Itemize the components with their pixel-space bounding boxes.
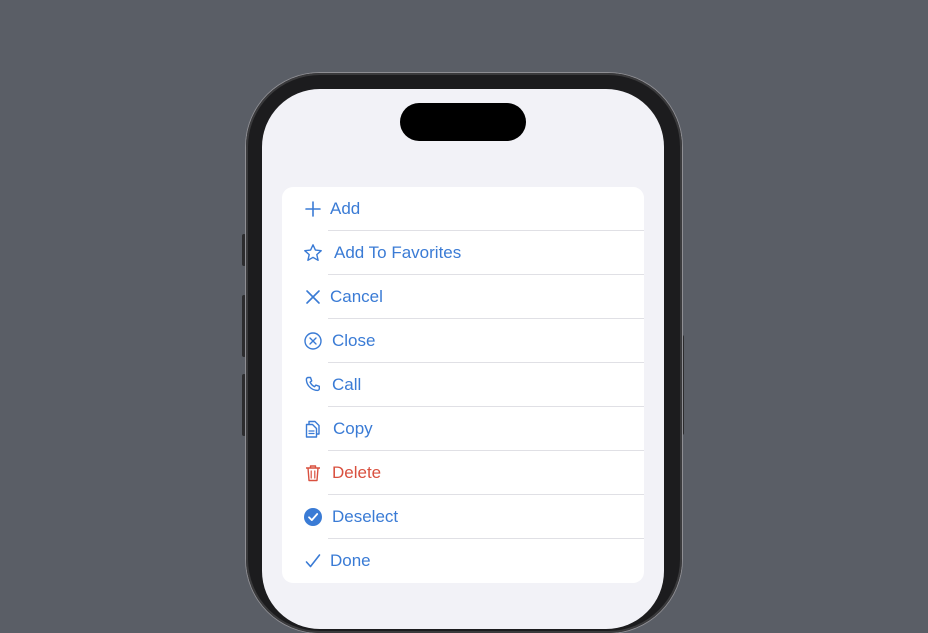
cancel-button[interactable]: Cancel bbox=[282, 275, 644, 319]
phone-icon bbox=[302, 374, 324, 396]
cancel-label: Cancel bbox=[330, 287, 383, 306]
close-label: Close bbox=[332, 331, 376, 350]
checkmark-icon bbox=[302, 550, 324, 572]
deselect-button[interactable]: Deselect bbox=[282, 495, 644, 539]
delete-label: Delete bbox=[332, 463, 382, 482]
dynamic-island bbox=[400, 103, 526, 141]
copy-icon bbox=[302, 418, 324, 440]
checkmark-circle-fill-icon bbox=[302, 506, 324, 528]
call-button[interactable]: Call bbox=[282, 363, 644, 407]
add-to-favorites-label: Add To Favorites bbox=[334, 243, 462, 262]
delete-button[interactable]: Delete bbox=[282, 451, 644, 495]
copy-button[interactable]: Copy bbox=[282, 407, 644, 451]
star-icon bbox=[302, 242, 324, 264]
trash-icon bbox=[302, 462, 324, 484]
close-button[interactable]: Close bbox=[282, 319, 644, 363]
add-button[interactable]: Add bbox=[282, 187, 644, 231]
x-circle-icon bbox=[302, 330, 324, 352]
add-label: Add bbox=[330, 199, 361, 218]
add-to-favorites-button[interactable]: Add To Favorites bbox=[282, 231, 644, 275]
deselect-label: Deselect bbox=[332, 507, 399, 526]
call-label: Call bbox=[332, 375, 362, 394]
done-button[interactable]: Done bbox=[282, 539, 644, 583]
plus-icon bbox=[302, 198, 324, 220]
copy-label: Copy bbox=[333, 419, 373, 438]
x-mark-icon bbox=[302, 286, 324, 308]
phone-screen: Add Add To Favorites Cancel Close Call C… bbox=[262, 89, 664, 629]
done-label: Done bbox=[330, 551, 371, 570]
action-list: Add Add To Favorites Cancel Close Call C… bbox=[282, 187, 644, 583]
